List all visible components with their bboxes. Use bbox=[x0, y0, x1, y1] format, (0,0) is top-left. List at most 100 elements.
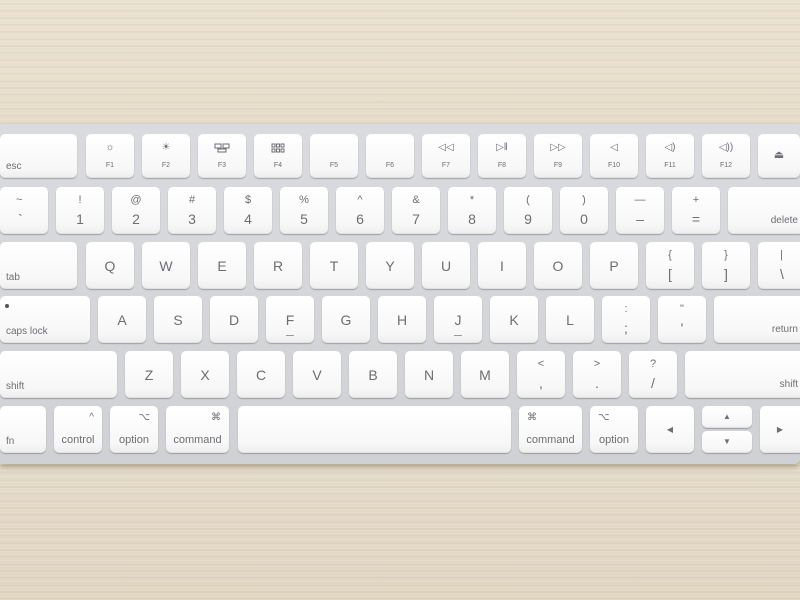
key-c[interactable]: C bbox=[237, 351, 285, 398]
four-label: 4 bbox=[244, 211, 252, 227]
left-shift-key[interactable]: shift bbox=[0, 351, 117, 398]
key-b[interactable]: B bbox=[349, 351, 397, 398]
key-q[interactable]: Q bbox=[86, 242, 134, 289]
key-0[interactable]: ) 0 bbox=[560, 187, 608, 234]
key-a[interactable]: A bbox=[98, 296, 146, 343]
up-arrow-key[interactable]: ▲ bbox=[702, 406, 752, 428]
grave-key[interactable]: ~ ` bbox=[0, 187, 48, 234]
slash-label: / bbox=[651, 375, 655, 391]
key-4[interactable]: $ 4 bbox=[224, 187, 272, 234]
equals-key[interactable]: + = bbox=[672, 187, 720, 234]
key-k[interactable]: K bbox=[490, 296, 538, 343]
key-5[interactable]: % 5 bbox=[280, 187, 328, 234]
ampersand-label: & bbox=[412, 194, 420, 206]
key-d[interactable]: D bbox=[210, 296, 258, 343]
greater-than-label: > bbox=[593, 358, 601, 370]
comma-key[interactable]: < , bbox=[517, 351, 565, 398]
key-v[interactable]: V bbox=[293, 351, 341, 398]
f12-key[interactable]: ◁)) F12 bbox=[702, 134, 750, 178]
fn-key[interactable]: fn bbox=[0, 406, 46, 453]
period-key[interactable]: > . bbox=[573, 351, 621, 398]
f5-key[interactable]: F5 bbox=[310, 134, 358, 178]
key-h[interactable]: H bbox=[378, 296, 426, 343]
open-bracket-label: [ bbox=[668, 266, 672, 282]
right-shift-label: shift bbox=[779, 379, 798, 390]
key-f[interactable]: F bbox=[266, 296, 314, 343]
f7-key[interactable]: ◁◁ F7 bbox=[422, 134, 470, 178]
f11-key[interactable]: ◁) F11 bbox=[646, 134, 694, 178]
key-3[interactable]: # 3 bbox=[168, 187, 216, 234]
key-y[interactable]: Y bbox=[366, 242, 414, 289]
f3-key[interactable]: F3 bbox=[198, 134, 246, 178]
delete-key[interactable]: delete bbox=[728, 187, 800, 234]
seven-label: 7 bbox=[412, 211, 420, 227]
quote-key[interactable]: " ' bbox=[658, 296, 706, 343]
key-s[interactable]: S bbox=[154, 296, 202, 343]
key-z[interactable]: Z bbox=[125, 351, 173, 398]
key-t[interactable]: T bbox=[310, 242, 358, 289]
single-quote-label: ' bbox=[680, 320, 684, 336]
option-symbol: ⌥ bbox=[138, 412, 150, 423]
key-n[interactable]: N bbox=[405, 351, 453, 398]
left-arrow-key[interactable]: ◀ bbox=[646, 406, 694, 453]
semicolon-key[interactable]: : ; bbox=[602, 296, 650, 343]
eject-icon: ⏏ bbox=[773, 149, 785, 161]
right-command-key[interactable]: ⌘ command bbox=[519, 406, 582, 453]
f4-key[interactable]: F4 bbox=[254, 134, 302, 178]
right-command-label: command bbox=[526, 434, 575, 446]
key-w[interactable]: W bbox=[142, 242, 190, 289]
f1-key[interactable]: ☼ F1 bbox=[86, 134, 134, 178]
right-option-key[interactable]: ⌥ option bbox=[590, 406, 638, 453]
key-r[interactable]: R bbox=[254, 242, 302, 289]
caps-lock-key[interactable]: caps lock bbox=[0, 296, 90, 343]
f2-key[interactable]: ☀ F2 bbox=[142, 134, 190, 178]
f10-key[interactable]: ◁ F10 bbox=[590, 134, 638, 178]
open-bracket-key[interactable]: { [ bbox=[646, 242, 694, 289]
space-bar[interactable] bbox=[238, 406, 511, 453]
key-g[interactable]: G bbox=[322, 296, 370, 343]
key-6[interactable]: ^ 6 bbox=[336, 187, 384, 234]
eject-key[interactable]: ⏏ bbox=[758, 134, 800, 178]
right-arrow-icon: ▶ bbox=[776, 424, 784, 434]
f12-label: F12 bbox=[719, 162, 733, 169]
esc-key[interactable]: esc bbox=[0, 134, 77, 178]
key-7[interactable]: & 7 bbox=[392, 187, 440, 234]
f5-label: F5 bbox=[329, 162, 339, 169]
up-arrow-icon: ▲ bbox=[723, 412, 731, 421]
colon-label: : bbox=[624, 303, 628, 315]
key-l[interactable]: L bbox=[546, 296, 594, 343]
minus-key[interactable]: — – bbox=[616, 187, 664, 234]
slash-key[interactable]: ? / bbox=[629, 351, 677, 398]
return-key[interactable]: return bbox=[714, 296, 800, 343]
key-1[interactable]: ! 1 bbox=[56, 187, 104, 234]
right-shift-key[interactable]: shift bbox=[685, 351, 800, 398]
key-9[interactable]: ( 9 bbox=[504, 187, 552, 234]
d-label: D bbox=[228, 311, 240, 328]
key-x[interactable]: X bbox=[181, 351, 229, 398]
key-2[interactable]: @ 2 bbox=[112, 187, 160, 234]
close-bracket-key[interactable]: } ] bbox=[702, 242, 750, 289]
f6-key[interactable]: F6 bbox=[366, 134, 414, 178]
left-command-key[interactable]: ⌘ command bbox=[166, 406, 229, 453]
key-e[interactable]: E bbox=[198, 242, 246, 289]
right-arrow-key[interactable]: ▶ bbox=[760, 406, 800, 453]
launchpad-icon bbox=[254, 143, 302, 156]
backslash-key[interactable]: | \ bbox=[758, 242, 800, 289]
left-option-key[interactable]: ⌥ option bbox=[110, 406, 158, 453]
key-i[interactable]: I bbox=[478, 242, 526, 289]
f9-label: F9 bbox=[553, 162, 563, 169]
fast-forward-icon: ▷▷ bbox=[550, 142, 566, 153]
left-arrow-icon: ◀ bbox=[666, 424, 674, 434]
key-p[interactable]: P bbox=[590, 242, 638, 289]
key-u[interactable]: U bbox=[422, 242, 470, 289]
command-symbol: ⌘ bbox=[211, 412, 221, 423]
down-arrow-key[interactable]: ▼ bbox=[702, 431, 752, 453]
control-key[interactable]: ^ control bbox=[54, 406, 102, 453]
tab-key[interactable]: tab bbox=[0, 242, 77, 289]
f9-key[interactable]: ▷▷ F9 bbox=[534, 134, 582, 178]
f8-key[interactable]: ▷‖ F8 bbox=[478, 134, 526, 178]
key-8[interactable]: * 8 bbox=[448, 187, 496, 234]
key-o[interactable]: O bbox=[534, 242, 582, 289]
key-j[interactable]: J bbox=[434, 296, 482, 343]
key-m[interactable]: M bbox=[461, 351, 509, 398]
